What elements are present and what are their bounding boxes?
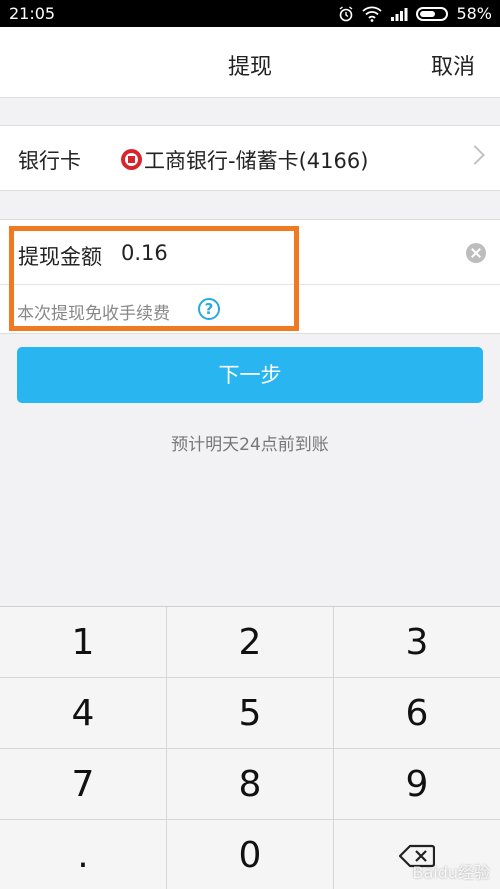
key-6[interactable]: 6 <box>334 678 500 749</box>
watermark-logo: Baidu经验 <box>412 863 490 882</box>
key-1[interactable]: 1 <box>0 607 167 678</box>
page-title: 提现 <box>227 55 272 80</box>
status-time: 21:05 <box>9 4 56 23</box>
bank-card-value: 工商银行-储蓄卡(4166) <box>144 149 369 173</box>
status-icons: 58% <box>338 4 492 23</box>
clear-icon[interactable] <box>466 243 486 263</box>
icbc-bank-icon <box>121 149 142 170</box>
nav-bar: 提现 取消 <box>0 27 500 98</box>
next-step-button[interactable]: 下一步 <box>17 347 483 403</box>
battery-percent: 58% <box>456 4 492 23</box>
key-7[interactable]: 7 <box>0 749 167 820</box>
alarm-icon <box>340 5 353 21</box>
key-8[interactable]: 8 <box>167 749 334 820</box>
chevron-right-icon <box>465 145 485 165</box>
key-9[interactable]: 9 <box>334 749 500 820</box>
key-5[interactable]: 5 <box>167 678 334 749</box>
divider <box>0 284 500 285</box>
fee-note: 本次提现免收手续费 <box>17 304 170 324</box>
bank-card-row[interactable]: 银行卡 工商银行-储蓄卡(4166) <box>0 125 500 191</box>
bank-card-label: 银行卡 <box>18 149 81 173</box>
signal-icon <box>391 7 408 21</box>
key-0[interactable]: 0 <box>167 820 334 889</box>
battery-icon <box>416 6 449 21</box>
cancel-button[interactable]: 取消 <box>431 49 475 81</box>
amount-label: 提现金额 <box>18 245 102 269</box>
status-bar: 21:05 58% <box>0 0 500 27</box>
arrival-note: 预计明天24点前到账 <box>171 435 329 455</box>
numeric-keypad: 1 2 3 4 5 6 7 8 9 . 0 <box>0 606 500 889</box>
wifi-icon <box>362 6 383 22</box>
key-dot[interactable]: . <box>0 820 167 889</box>
key-4[interactable]: 4 <box>0 678 167 749</box>
help-icon[interactable]: ? <box>198 298 220 320</box>
key-3[interactable]: 3 <box>334 607 500 678</box>
key-2[interactable]: 2 <box>167 607 334 678</box>
amount-panel: 提现金额 0.16 本次提现免收手续费 ? <box>0 219 500 334</box>
amount-input[interactable]: 0.16 <box>121 241 168 265</box>
